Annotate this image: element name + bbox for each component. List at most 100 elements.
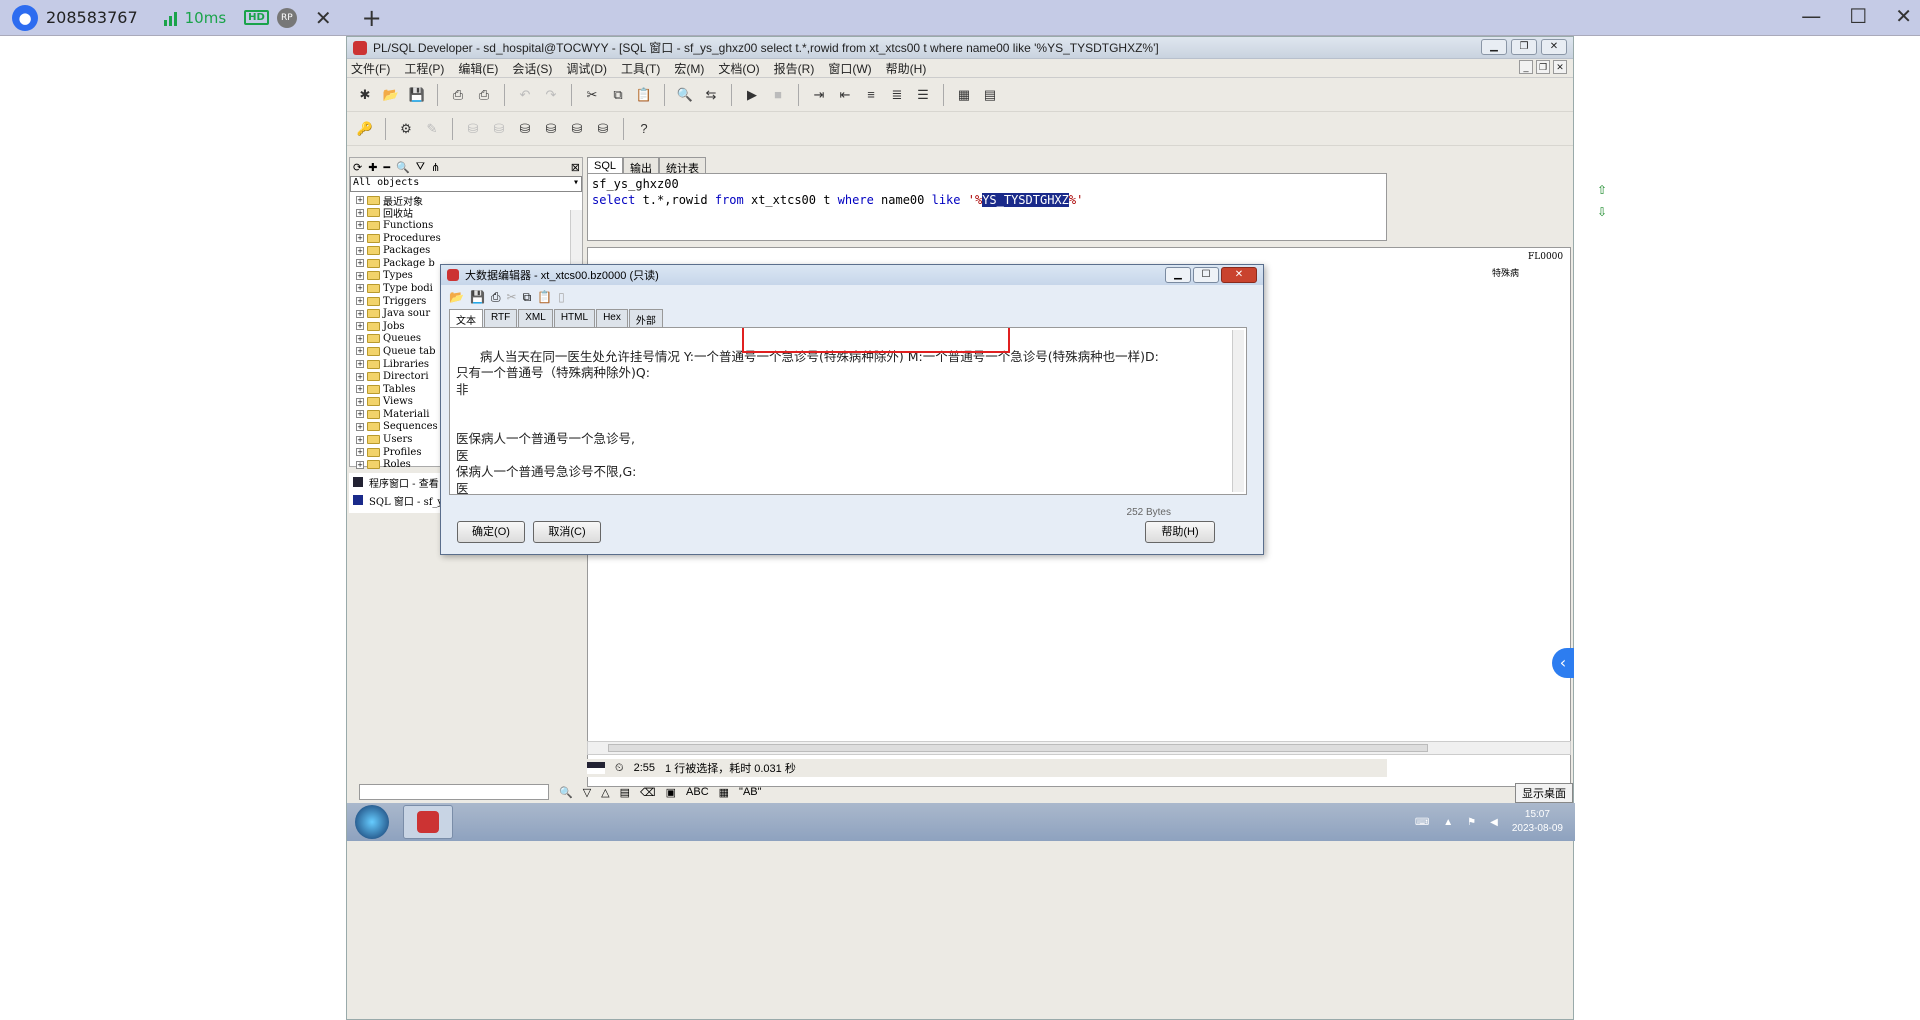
expand-icon[interactable]: + (356, 322, 364, 331)
grid-cell[interactable]: 特殊病 (1492, 266, 1519, 279)
find-next-icon[interactable]: ▽ (583, 786, 591, 799)
open-icon[interactable]: 📂 (381, 85, 401, 105)
match-case-label[interactable]: ABC (686, 786, 709, 798)
hd-icon[interactable]: HD (244, 10, 269, 25)
menu-file[interactable]: 文件(F) (351, 60, 390, 77)
menu-session[interactable]: 会话(S) (512, 60, 552, 77)
tools-icon[interactable]: ✎ (422, 119, 442, 139)
tab-html[interactable]: HTML (553, 309, 596, 327)
tree-item[interactable]: + 最近对象 (350, 194, 582, 207)
quoted-label[interactable]: "AB" (739, 786, 761, 798)
minimize-icon[interactable]: — (1801, 4, 1821, 28)
expand-icon[interactable]: + (356, 246, 364, 255)
start-button[interactable] (355, 805, 389, 839)
new-tab-icon[interactable]: + (362, 4, 382, 32)
close-tab-icon[interactable]: ✕ (315, 6, 332, 30)
help-button[interactable]: 帮助(H) (1145, 521, 1215, 543)
text-scrollbar[interactable] (1232, 330, 1244, 492)
app-restore-button[interactable]: ❐ (1511, 39, 1537, 55)
db-rollback-icon[interactable]: ⛁ (567, 119, 587, 139)
keyboard-icon[interactable]: ⌨ (1415, 817, 1429, 828)
binoculars-icon[interactable]: 🔍 (559, 786, 573, 799)
unindent-icon[interactable]: ⇤ (835, 85, 855, 105)
gear-icon[interactable]: ⚙ (396, 119, 416, 139)
expand-icon[interactable]: + (356, 422, 364, 431)
regex-icon[interactable]: ▣ (666, 786, 676, 799)
menu-window[interactable]: 窗口(W) (828, 60, 871, 77)
help-icon[interactable]: ? (634, 119, 654, 139)
menu-debug[interactable]: 调试(D) (566, 60, 607, 77)
menu-project[interactable]: 工程(P) (404, 60, 444, 77)
refresh-icon[interactable]: ⟳ (353, 161, 362, 174)
db-connect-icon[interactable]: ⛁ (515, 119, 535, 139)
result-hscrollbar[interactable] (587, 741, 1571, 755)
dialog-close-button[interactable]: ✕ (1221, 267, 1257, 283)
redo-icon[interactable]: ↷ (541, 85, 561, 105)
clock[interactable]: 15:07 2023-08-09 (1512, 808, 1563, 836)
expand-icon[interactable]: + (356, 347, 364, 356)
tree-item[interactable]: + Packages (350, 244, 582, 257)
highlight-icon[interactable]: ▤ (620, 786, 630, 799)
paste-icon[interactable]: 📋 (634, 85, 654, 105)
save-icon[interactable]: 💾 (407, 85, 427, 105)
expand-icon[interactable]: + (356, 221, 364, 230)
network-icon[interactable]: ⚑ (1467, 817, 1476, 828)
expand-icon[interactable]: + (356, 360, 364, 369)
volume-icon[interactable]: ◀ (1490, 817, 1498, 828)
tree-item[interactable]: + Procedures (350, 232, 582, 245)
uncomment-icon[interactable]: ≣ (887, 85, 907, 105)
expand-icon[interactable]: + (356, 385, 364, 394)
sql-editor[interactable]: sf_ys_ghxz00 select t.*,rowid from xt_xt… (587, 173, 1387, 241)
new-icon[interactable]: ✱ (355, 85, 375, 105)
expand-icon[interactable]: + (356, 196, 364, 205)
clear-icon[interactable]: ⌫ (640, 786, 656, 799)
mdi-close-button[interactable]: ✕ (1553, 60, 1567, 74)
cut-icon[interactable]: ✂ (507, 290, 517, 304)
show-desktop-button[interactable]: 显示桌面 (1515, 783, 1573, 803)
expand-icon[interactable]: + (356, 334, 364, 343)
find-icon[interactable]: 🔍 (675, 85, 695, 105)
mdi-restore-button[interactable]: ❐ (1536, 60, 1550, 74)
app-minimize-button[interactable]: ▁ (1481, 39, 1507, 55)
key-icon[interactable]: 🔑 (355, 119, 375, 139)
user-icon[interactable]: ● (12, 4, 38, 31)
expand-icon[interactable]: + (356, 435, 364, 444)
mdi-min-button[interactable]: _ (1519, 60, 1533, 74)
text-content-area[interactable]: 病人当天在同一医生处允许挂号情况 Y:一个普通号一个急诊号(特殊病种除外) M:… (449, 327, 1247, 495)
db-icon[interactable]: ⛁ (463, 119, 483, 139)
expand-icon[interactable]: + (356, 448, 364, 457)
filter-icon[interactable]: ⛛ (416, 161, 425, 174)
expand-icon[interactable]: + (356, 372, 364, 381)
db-icon[interactable]: ⛁ (489, 119, 509, 139)
whole-word-icon[interactable]: ▦ (719, 786, 729, 799)
format-icon[interactable]: ☰ (913, 85, 933, 105)
print-icon[interactable]: ⎙ (491, 290, 501, 305)
comment-icon[interactable]: ≡ (861, 85, 881, 105)
remove-icon[interactable]: ━ (383, 161, 390, 174)
app-close-button[interactable]: ✕ (1541, 39, 1567, 55)
tree-icon[interactable]: ⋔ (431, 161, 440, 174)
find-input[interactable] (359, 784, 549, 800)
menu-edit[interactable]: 编辑(E) (458, 60, 498, 77)
undo-icon[interactable]: ↶ (515, 85, 535, 105)
expand-icon[interactable]: + (356, 460, 364, 469)
panel-close-icon[interactable]: ⊠ (571, 161, 580, 174)
menu-macro[interactable]: 宏(M) (674, 60, 704, 77)
expand-icon[interactable]: + (356, 234, 364, 243)
menu-documents[interactable]: 文档(O) (718, 60, 759, 77)
db-explain-icon[interactable]: ⛁ (593, 119, 613, 139)
expand-icon[interactable]: + (356, 309, 364, 318)
replace-icon[interactable]: ⇆ (701, 85, 721, 105)
object-filter-select[interactable]: All objects (350, 176, 582, 192)
tab-external[interactable]: 外部 (628, 309, 663, 327)
find-object-icon[interactable]: 🔍 (396, 161, 410, 174)
copy-icon[interactable]: ⧉ (523, 290, 532, 305)
menu-help[interactable]: 帮助(H) (886, 60, 927, 77)
expand-icon[interactable]: + (356, 271, 364, 280)
tree-item[interactable]: + Functions (350, 219, 582, 232)
db-commit-icon[interactable]: ⛁ (541, 119, 561, 139)
expand-icon[interactable]: + (356, 297, 364, 306)
expand-icon[interactable]: + (356, 208, 364, 217)
clear-icon[interactable]: ▯ (558, 290, 565, 304)
menu-reports[interactable]: 报告(R) (774, 60, 815, 77)
